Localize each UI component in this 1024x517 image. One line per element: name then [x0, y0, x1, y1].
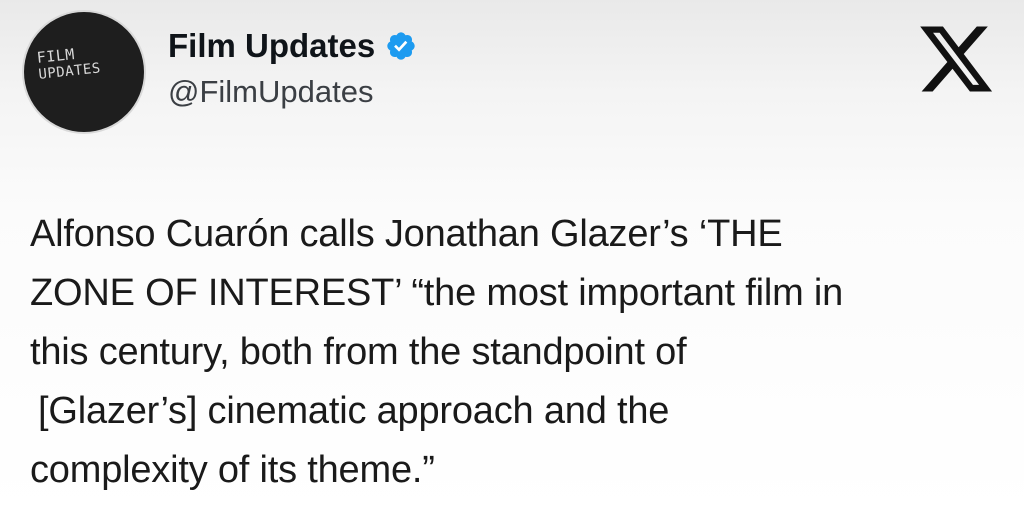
tweet-text-line: ZONE OF INTEREST’ “the most important fi… [30, 272, 844, 314]
tweet-text-line: Alfonso Cuarón calls Jonathan Glazer’s ‘… [30, 213, 783, 255]
tweet-text-line: [Glazer’s] cinematic approach and the [38, 390, 670, 432]
tweet-text-line: this century, both from the standpoint o… [30, 331, 687, 373]
author-name-row: Film Updates [168, 24, 417, 68]
tweet-text-line: complexity of its theme.” [30, 449, 435, 491]
verified-badge-icon [385, 30, 417, 62]
tweet-text: Alfonso Cuarón calls Jonathan Glazer’s ‘… [30, 205, 1005, 500]
avatar[interactable]: FILM UPDATES [24, 12, 144, 132]
tweet-card: FILM UPDATES Film Updates @FilmUpdates A… [0, 0, 1024, 517]
x-logo-icon[interactable] [916, 18, 996, 100]
author-display-name[interactable]: Film Updates [168, 27, 375, 65]
author-handle[interactable]: @FilmUpdates [168, 74, 373, 110]
avatar-logo-text: FILM UPDATES [36, 39, 144, 84]
